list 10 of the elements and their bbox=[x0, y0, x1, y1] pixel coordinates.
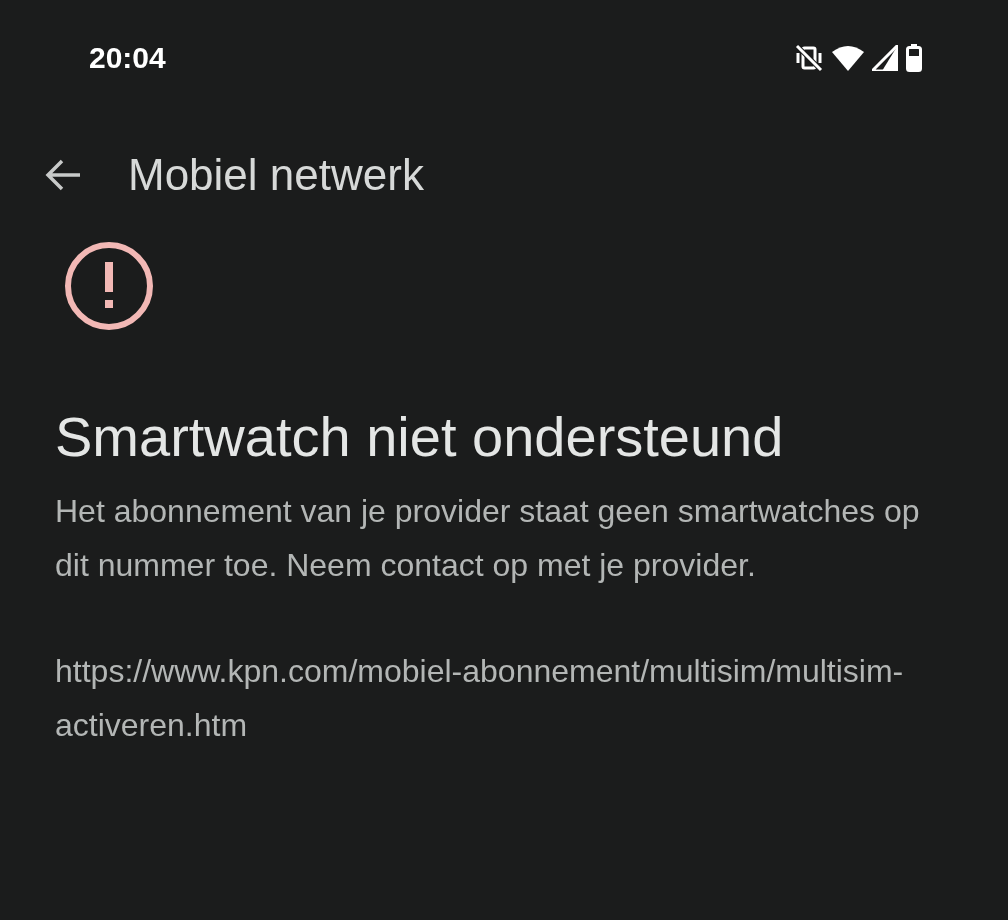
clock-time: 20:04 bbox=[89, 41, 166, 75]
message-title: Smartwatch niet ondersteund bbox=[55, 404, 785, 470]
warning-icon bbox=[63, 240, 155, 332]
screen-title: Mobiel netwerk bbox=[128, 150, 424, 200]
message-text: Het abonnement van je provider staat geen smartwatches op dit nummer toe. Neem contact op met je provider. bbox=[55, 492, 921, 585]
muted-vibrate-icon bbox=[794, 43, 824, 73]
signal-icon bbox=[872, 45, 898, 71]
wifi-icon bbox=[832, 45, 864, 71]
battery-icon bbox=[906, 44, 922, 72]
url-text: https://www.kpn.com/mobiel-abonnement/multisim/multisim-activeren.htm bbox=[55, 652, 905, 745]
